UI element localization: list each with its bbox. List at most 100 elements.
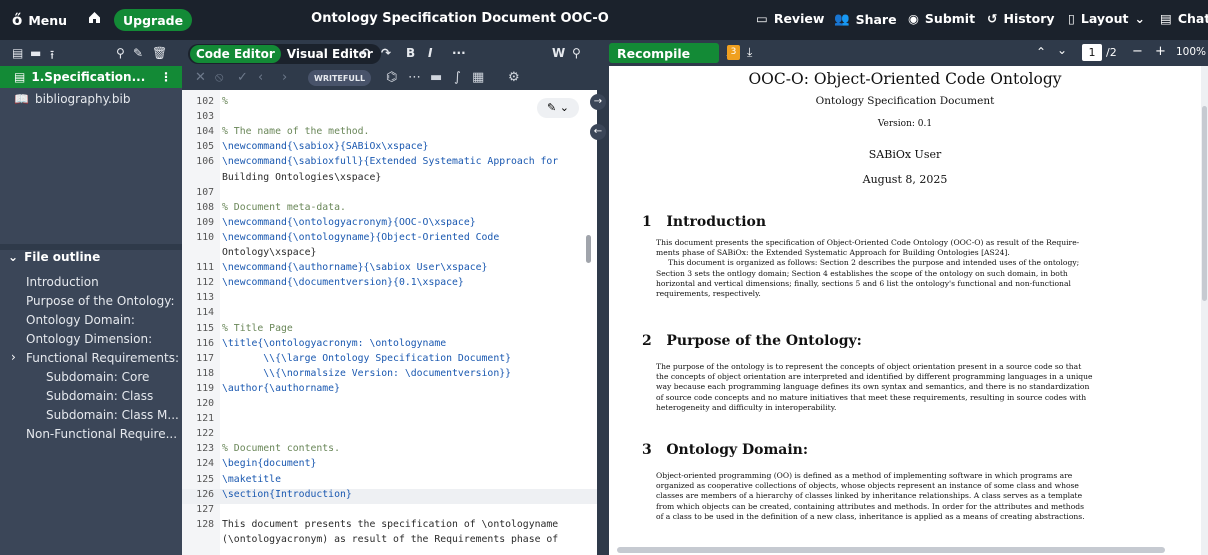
review-button[interactable]: ▭ Review: [756, 11, 824, 26]
outline-item[interactable]: Subdomain: Core: [46, 370, 149, 384]
code-line[interactable]: 117 \\{\large Ontology Specification Doc…: [182, 353, 597, 368]
table-icon[interactable]: ▦: [472, 70, 484, 85]
editor-mode-toggle[interactable]: Code Editor Visual Editor: [188, 44, 381, 64]
code-line[interactable]: 111 \newcommand{\authorname}{\sabiox User…: [182, 262, 597, 277]
zoom-select[interactable]: 100%: [1176, 46, 1206, 58]
undo-icon[interactable]: ↶: [360, 46, 370, 60]
code-line[interactable]: 127: [182, 504, 597, 519]
log-badge-icon[interactable]: 3: [727, 45, 740, 60]
code-editor-tab[interactable]: Code Editor: [190, 45, 281, 63]
code-line[interactable]: 106 \newcommand{\sabioxfull}{Extended Sys…: [182, 156, 597, 171]
pdf-vertical-scrollbar[interactable]: [1201, 66, 1208, 555]
zoom-in-icon[interactable]: +: [1155, 44, 1166, 59]
robot-icon[interactable]: ⌬: [386, 70, 397, 85]
chevron-down-icon[interactable]: ⌄: [1057, 43, 1067, 57]
search-icon[interactable]: ⚲: [116, 46, 125, 60]
code-line[interactable]: 128 This document presents the specificat…: [182, 519, 597, 534]
file-outline-header[interactable]: ⌄ File outline: [8, 250, 100, 264]
recompile-button[interactable]: Recompile ⌄: [609, 43, 735, 63]
code-line[interactable]: 121: [182, 413, 597, 428]
pane-separator[interactable]: → ←: [590, 40, 609, 555]
share-button[interactable]: 👥 Share: [834, 11, 897, 27]
writefull-logo-icon[interactable]: W: [552, 46, 565, 60]
code-line[interactable]: (\ontologyacronym) as result of the Requ…: [182, 534, 597, 549]
file-item-specification[interactable]: ▤ 1.Specification... ⋮: [0, 66, 182, 88]
code-line[interactable]: 109 \newcommand{\ontologyacronym}{OOC-O\x…: [182, 217, 597, 232]
code-line[interactable]: Ontology\xspace}: [182, 247, 597, 262]
code-line[interactable]: 119 \author{\authorname}: [182, 383, 597, 398]
arrow-left-icon[interactable]: ←: [590, 124, 606, 140]
code-line[interactable]: 123 % Document contents.: [182, 443, 597, 458]
outline-toggle-icon[interactable]: ›: [11, 350, 16, 364]
download-icon[interactable]: ⤓: [747, 45, 752, 60]
code-line[interactable]: 110 \newcommand{\ontologyname}{Object-Ori…: [182, 232, 597, 247]
delete-icon[interactable]: 🗑: [152, 46, 167, 60]
code-line[interactable]: 120: [182, 398, 597, 413]
pdf-horizontal-scrollbar[interactable]: [617, 547, 1165, 553]
upgrade-button[interactable]: Upgrade: [114, 9, 193, 31]
chevron-right-icon[interactable]: ›: [282, 70, 287, 85]
redo-icon[interactable]: ↷: [381, 46, 391, 60]
pdf-preview[interactable]: OOC-O: Object-Oriented Code Ontology Ont…: [609, 66, 1201, 555]
outline-item[interactable]: Non-Functional Require...: [26, 427, 177, 441]
search-icon[interactable]: ⚲: [572, 46, 581, 60]
outline-item[interactable]: Introduction: [26, 275, 99, 289]
layout-button[interactable]: ▯ Layout ⌄: [1068, 11, 1145, 26]
writefull-badge[interactable]: WRITEFULL: [308, 70, 372, 86]
more-icon[interactable]: ···: [452, 46, 466, 60]
comment-icon[interactable]: ▬: [430, 70, 442, 85]
chevron-up-icon[interactable]: ⌃: [1036, 45, 1046, 59]
code-line[interactable]: 124 \begin{document}: [182, 458, 597, 473]
bold-icon[interactable]: B: [406, 46, 415, 60]
block-icon[interactable]: ⦸: [215, 70, 223, 85]
code-line[interactable]: 118 \\{\normalsize Version: \documentver…: [182, 368, 597, 383]
page-input[interactable]: 1: [1082, 44, 1102, 61]
code-line[interactable]: 114: [182, 307, 597, 322]
code-line[interactable]: 112 \newcommand{\documentversion}{0.1\xsp…: [182, 277, 597, 292]
code-line[interactable]: 122: [182, 428, 597, 443]
outline-item[interactable]: Subdomain: Class: [46, 389, 153, 403]
chat-button[interactable]: ▤ Chat: [1160, 11, 1208, 26]
submit-button[interactable]: ◉ Submit: [908, 11, 975, 26]
code-line[interactable]: 115 % Title Page: [182, 323, 597, 338]
kebab-menu-icon[interactable]: ⋮: [160, 70, 172, 84]
outline-item[interactable]: Ontology Dimension:: [26, 332, 152, 346]
ellipsis-icon[interactable]: ⋯: [408, 70, 421, 85]
editor-scrollbar[interactable]: [586, 235, 591, 263]
outline-item[interactable]: Functional Requirements:: [26, 351, 179, 365]
code-line[interactable]: 126 \section{Introduction}: [182, 488, 597, 504]
upload-icon[interactable]: ⭱: [50, 46, 54, 67]
code-line[interactable]: 125 \maketitle: [182, 474, 597, 489]
settings-icon[interactable]: ⚙: [508, 70, 520, 85]
italic-icon[interactable]: I: [428, 46, 432, 60]
code-line[interactable]: 107: [182, 187, 597, 202]
rename-icon[interactable]: ✎: [133, 46, 143, 60]
code-editor[interactable]: 102% 103 104% The name of the method. 105 \n…: [182, 90, 597, 555]
code-line[interactable]: Building Ontologies\xspace}: [182, 172, 597, 187]
chevron-left-icon[interactable]: ‹: [258, 70, 263, 85]
check-icon[interactable]: ✓: [237, 70, 248, 85]
outline-item[interactable]: Ontology Domain:: [26, 313, 135, 327]
code-line[interactable]: 116 \title{\ontologyacronym: \ontologynam…: [182, 338, 597, 353]
integral-icon[interactable]: ∫: [454, 70, 461, 85]
outline-item[interactable]: Subdomain: Class M...: [46, 408, 179, 422]
close-icon[interactable]: ✕: [195, 70, 206, 85]
history-button[interactable]: ↺ History: [987, 11, 1055, 26]
menu-button[interactable]: ő Menu: [12, 11, 67, 29]
code-line[interactable]: 105 \newcommand{\sabiox}{SABiOx\xspace}: [182, 141, 597, 156]
code-line[interactable]: 103: [182, 111, 597, 126]
document-title[interactable]: Ontology Specification Document OOC-O: [200, 11, 720, 26]
edit-pencil-icon[interactable]: ✎ ⌄: [537, 98, 579, 118]
code-line[interactable]: 104 % The name of the method.: [182, 126, 597, 141]
file-item-bibliography[interactable]: 📖 bibliography.bib: [14, 92, 130, 106]
zoom-out-icon[interactable]: −: [1132, 44, 1143, 59]
arrow-right-icon[interactable]: →: [590, 94, 606, 110]
new-folder-icon[interactable]: ▬: [30, 46, 41, 60]
outline-item[interactable]: Purpose of the Ontology:: [26, 294, 175, 308]
code-line[interactable]: 108 % Document meta-data.: [182, 202, 597, 217]
code-line[interactable]: 102%: [182, 96, 597, 111]
scrollbar-thumb[interactable]: [1202, 106, 1207, 301]
new-file-icon[interactable]: ▤: [12, 46, 23, 60]
code-line[interactable]: 113: [182, 292, 597, 307]
home-icon[interactable]: [88, 11, 101, 24]
